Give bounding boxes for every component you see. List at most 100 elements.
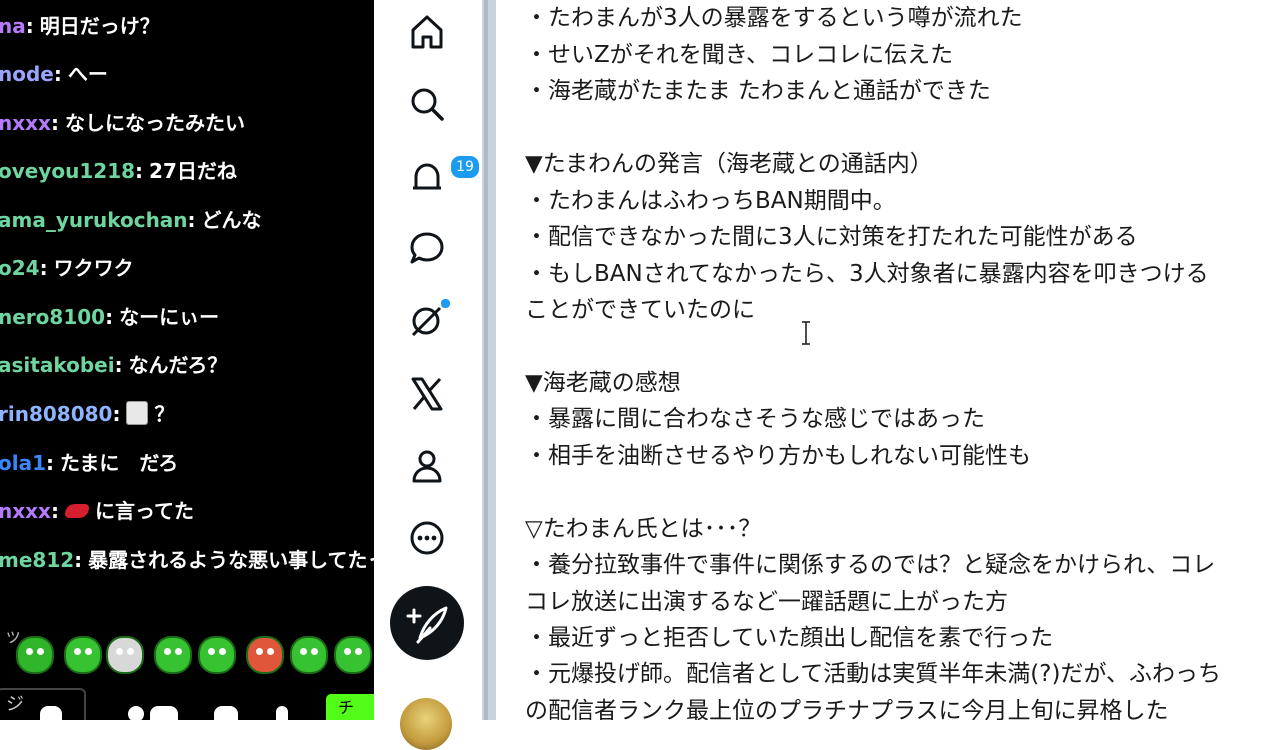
emote-8-icon[interactable] (334, 636, 372, 674)
chat-message-text: どんな (201, 208, 262, 232)
chat-message-text: なんだろ？ (128, 353, 228, 377)
chat-separator: : (53, 62, 62, 86)
chat-username[interactable]: o24 (0, 256, 40, 280)
chat-message: oveyou1218: 27日だね (0, 158, 237, 184)
document-line: ▼たまわんの発言（海老蔵との通話内） (525, 151, 933, 177)
grok-icon[interactable] (407, 298, 451, 340)
compose-post-button[interactable] (390, 586, 464, 660)
document-text-area[interactable]: ・たわまんが3人の暴露をするという噂が流れた ・せいZがそれを聞き、コレコレに伝え… (496, 0, 1280, 720)
chat-username[interactable]: ama_yurukochan (0, 208, 188, 232)
chat-message-text: へー (67, 62, 108, 86)
emote-6-icon[interactable] (246, 636, 284, 674)
chat-panel: na: 明日だっけ？ node: へー nxxx: なしになったみたい oveyou1218… (0, 0, 374, 720)
document-line: ・たわまんが3人の暴露をするという噂が流れた (525, 5, 1023, 31)
document-line: ・養分拉致事件で事件に関係するのでは？と疑念をかけられ、コレ (525, 552, 1216, 578)
chat-username[interactable]: oveyou1218 (0, 159, 135, 183)
document-line: ▼海老蔵の感想 (525, 370, 681, 396)
more-options-icon[interactable] (407, 518, 447, 558)
emote-menu-icon[interactable] (40, 706, 62, 720)
document-line: コレ放送に出演するなど一躍話題に上がった方 (525, 589, 1008, 615)
chat-message: ama_yurukochan: どんな (0, 207, 262, 233)
chat-message-text: 暴露されるような悪い事してたっ (88, 548, 374, 572)
chat-separator: : (39, 256, 48, 280)
chat-message-text: なーにぃー (119, 305, 220, 329)
chat-message: o24: ワクワク (0, 255, 134, 281)
shrimp-emote-icon (64, 504, 89, 518)
document-line: ・相手を油断させるやり方かもしれない可能性も (525, 443, 1031, 469)
chat-message-text: ワクワク (53, 256, 134, 280)
chat-message: asitakobei: なんだろ？ (0, 352, 227, 378)
chat-message: node: へー (0, 61, 108, 87)
card-emote-icon (126, 401, 149, 425)
notifications-icon[interactable]: 19 (407, 154, 481, 198)
chat-username[interactable]: nxxx (0, 499, 51, 523)
chat-username[interactable]: rin808080 (0, 402, 112, 426)
chat-message: ola1: たまに だろ (0, 450, 178, 476)
chat-input-bar: ジ チ (0, 686, 374, 720)
chat-separator: : (114, 353, 123, 377)
document-line: ▽たわまん氏とは･･･？ (525, 516, 762, 542)
nav-rail: 19 (374, 0, 482, 750)
chat-separator: : (25, 14, 34, 38)
chat-username[interactable]: nxxx (0, 111, 51, 135)
chat-message-text: 27日だね (149, 159, 237, 183)
document-line: ・元爆投げ師。配信者として活動は実質半年未満(?)だが、ふわっち (525, 661, 1222, 687)
chat-message: nxxx: なしになったみたい (0, 110, 245, 136)
chat-message-text: 明日だっけ？ (39, 14, 160, 38)
group-icon[interactable] (150, 706, 178, 720)
emote-5-icon[interactable] (198, 636, 236, 674)
home-icon[interactable] (407, 12, 447, 52)
emote-picker-row (0, 636, 374, 680)
document-line: ・配信できなかった間に3人に対策を打たれた可能性がある (525, 224, 1138, 250)
settings-icon[interactable] (214, 706, 238, 720)
chat-username[interactable]: na (0, 14, 26, 38)
chat-message: nero8100: なーにぃー (0, 304, 219, 330)
document-line: ことができていたのに (525, 297, 755, 323)
emote-7-icon[interactable] (290, 636, 328, 674)
chat-username[interactable]: node (0, 62, 54, 86)
chat-separator: : (50, 111, 59, 135)
document-line: ・せいZがそれを聞き、コレコレに伝えた (525, 42, 954, 68)
x-logo-icon[interactable] (407, 374, 447, 414)
document-line: ・暴露に間に合わなさそうな感じではあった (525, 406, 985, 432)
chat-separator: : (135, 159, 144, 183)
chat-message-text: に言ってた (94, 499, 194, 523)
chat-separator: : (46, 451, 55, 475)
chat-message: me812: 暴露されるような悪い事してたっ (0, 547, 374, 573)
document-line: ・もしBANされてなかったら、3人対象者に暴露内容を叩きつける (525, 261, 1209, 287)
emote-2-icon[interactable] (64, 636, 102, 674)
chat-separator: : (74, 548, 83, 572)
chat-message: rin808080: ？ (0, 401, 174, 427)
text-cursor-icon (802, 321, 810, 345)
grok-indicator-dot (440, 298, 451, 309)
emote-3-icon[interactable] (106, 636, 144, 674)
chat-separator: : (112, 402, 121, 426)
emote-4-icon[interactable] (154, 636, 192, 674)
emote-1-icon[interactable] (16, 636, 54, 674)
chat-separator: : (50, 499, 59, 523)
chat-username[interactable]: me812 (0, 548, 74, 572)
chat-message-text: たまに だろ (60, 451, 179, 475)
chat-message: nxxx: に言ってた (0, 498, 194, 524)
account-avatar[interactable] (400, 698, 452, 750)
chat-send-button[interactable]: チ (326, 694, 374, 720)
chat-username[interactable]: ola1 (0, 451, 46, 475)
chat-message: na: 明日だっけ？ (0, 13, 160, 39)
search-icon[interactable] (407, 84, 447, 124)
gift-icon[interactable] (276, 706, 288, 720)
profile-icon[interactable] (407, 446, 447, 486)
users-icon[interactable] (128, 706, 144, 720)
chat-separator: : (187, 208, 196, 232)
document-line: ・たわまんはふわっちBAN期間中。 (525, 188, 896, 214)
chat-separator: : (105, 305, 114, 329)
feather-plus-icon (406, 606, 448, 644)
chat-username[interactable]: asitakobei (0, 353, 115, 377)
document-line: の配信者ランク最上位のプラチナプラスに今月上旬に昇格した (525, 698, 1169, 720)
column-divider-line (484, 0, 488, 720)
chat-message-text: ？ (154, 402, 175, 426)
chat-username[interactable]: nero8100 (0, 305, 105, 329)
messages-icon[interactable] (407, 228, 447, 268)
document-line: ・海老蔵がたまたま たわまんと通話ができた (525, 78, 991, 104)
document-line: ・最近ずっと拒否していた顔出し配信を素で行った (525, 625, 1054, 651)
chat-message-text: なしになったみたい (64, 111, 245, 135)
